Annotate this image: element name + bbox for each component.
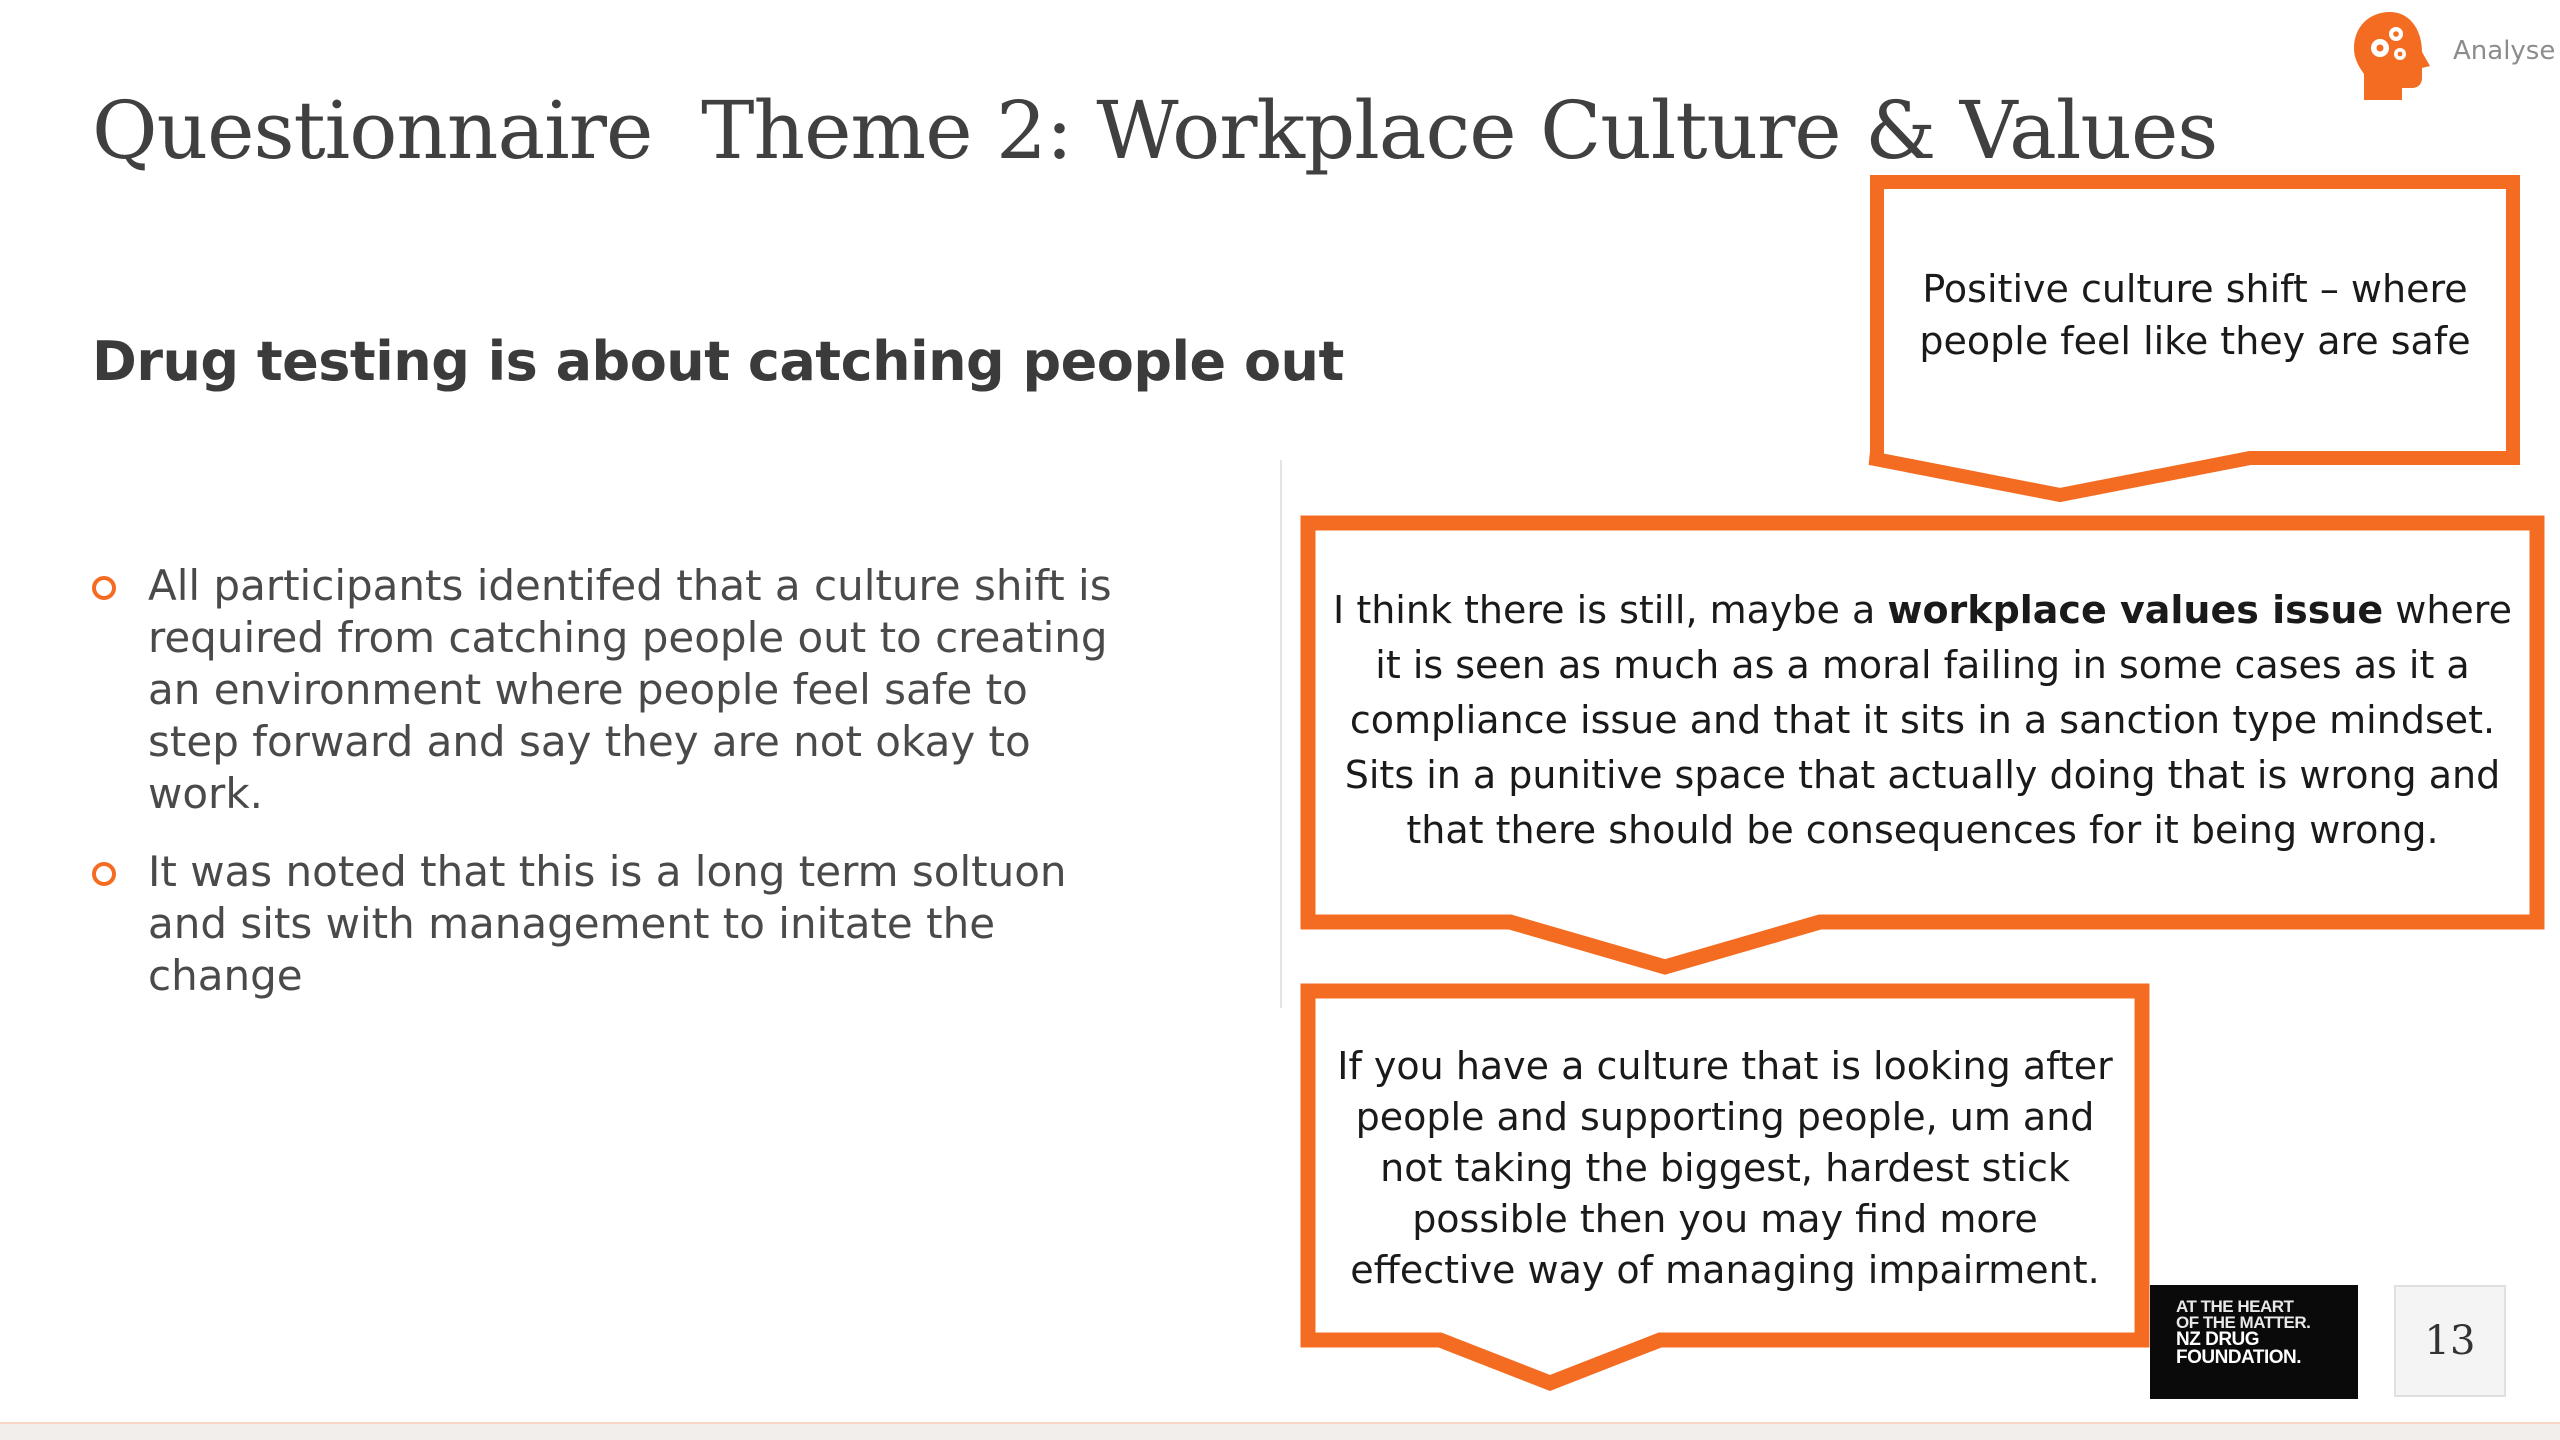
bullet-list: All participants identifed that a cultur… [92,560,1122,1028]
bottom-strip [0,1422,2560,1440]
logo-text-line: FOUNDATION. [2176,1347,2302,1368]
head-gears-icon [2354,12,2430,100]
callout-emphasis: workplace values issue [1887,587,2384,632]
quote-callout: I think there is still, maybe a workplac… [1300,515,2545,975]
bullet-item: It was noted that this is a long term so… [92,846,1122,1002]
page-number: 13 [2394,1285,2506,1397]
slide: Analyse Questionnaire Theme 2: Workplace… [0,0,2560,1440]
vertical-divider [1280,460,1282,1008]
slide-title: Questionnaire Theme 2: Workplace Culture… [92,84,2218,177]
callout-quote-text: Positive culture shift – where people fe… [1919,267,2471,363]
bullet-text: It was noted that this is a long term so… [148,847,1067,1000]
bullet-item: All participants identifed that a cultur… [92,560,1122,820]
callout-quote-text: I think there is still, maybe a workplac… [1333,587,2512,852]
nz-drug-foundation-logo: AT THE HEART OF THE MATTER. NZ DRUG FOUN… [2150,1285,2358,1399]
quote-callout: Positive culture shift – where people fe… [1868,175,2520,505]
bullet-circle-icon [92,576,116,600]
section-subtitle: Drug testing is about catching people ou… [92,330,1344,393]
brand-label: Analyse [2453,36,2556,66]
callout-quote-text: If you have a culture that is looking af… [1337,1043,2113,1292]
bullet-circle-icon [92,862,116,886]
bullet-text: All participants identifed that a cultur… [148,561,1112,818]
quote-callout: If you have a culture that is looking af… [1300,983,2150,1393]
